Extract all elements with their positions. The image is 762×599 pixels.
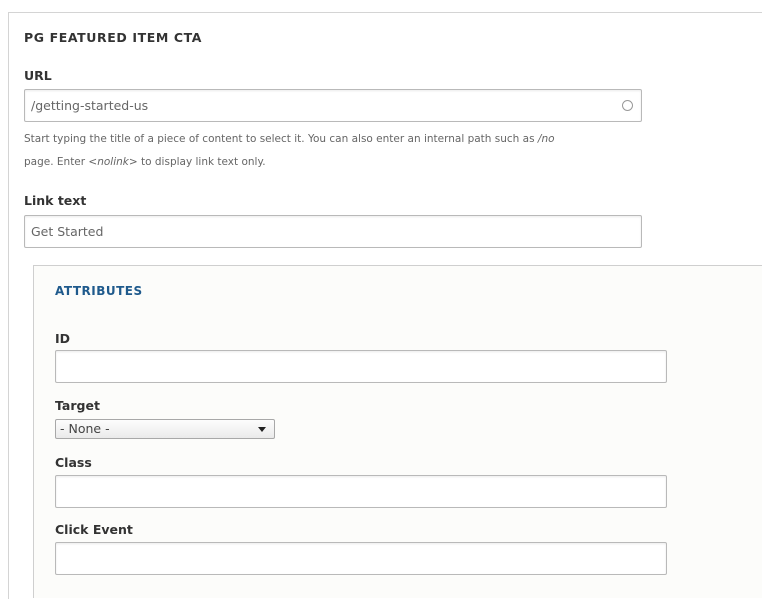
- id-label: ID: [55, 331, 71, 346]
- url-help-line-1: Start typing the title of a piece of con…: [24, 133, 555, 145]
- url-help-code-nolink: <nolink>: [88, 156, 138, 168]
- url-help-line-2: page. Enter <nolink> to display link tex…: [24, 156, 266, 168]
- click-event-label: Click Event: [55, 522, 133, 537]
- class-input[interactable]: [55, 475, 667, 508]
- link-text-input[interactable]: Get Started: [24, 215, 642, 248]
- autocomplete-throbber-icon: [622, 100, 633, 111]
- url-input[interactable]: /getting-started-us: [24, 89, 642, 122]
- click-event-input[interactable]: [55, 542, 667, 575]
- section-title: PG FEATURED ITEM CTA: [24, 30, 203, 45]
- target-select-value: - None -: [60, 421, 110, 436]
- url-help-code-path: /no: [537, 133, 555, 145]
- target-label: Target: [55, 398, 100, 413]
- chevron-down-icon: [258, 427, 266, 432]
- target-select[interactable]: - None -: [55, 419, 275, 439]
- attributes-legend: ATTRIBUTES: [55, 284, 143, 298]
- url-input-value: /getting-started-us: [31, 98, 149, 113]
- link-text-label: Link text: [24, 193, 87, 208]
- url-label: URL: [24, 68, 52, 83]
- id-input[interactable]: [55, 350, 667, 383]
- link-text-input-value: Get Started: [31, 224, 104, 239]
- class-label: Class: [55, 455, 92, 470]
